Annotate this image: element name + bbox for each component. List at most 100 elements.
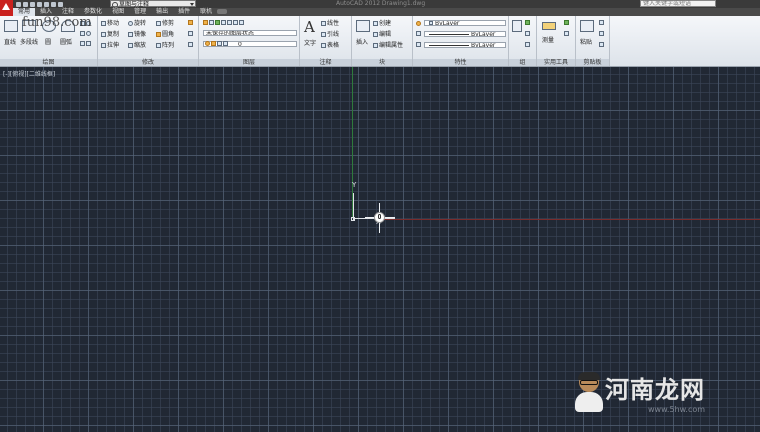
app-logo[interactable] (0, 0, 13, 16)
tab-output[interactable]: 输出 (151, 8, 173, 16)
fillet-icon (156, 32, 161, 37)
group-select-icon[interactable] (525, 42, 530, 47)
calculator-icon[interactable] (564, 31, 569, 36)
fillet-button[interactable]: 圆角 (162, 31, 174, 38)
scale-button[interactable]: 缩放 (134, 42, 146, 49)
print-icon[interactable] (44, 1, 49, 7)
leader-button[interactable]: 引线 (327, 31, 339, 38)
text-button[interactable]: 文字 (304, 38, 316, 47)
layer-freeze-icon[interactable] (221, 20, 226, 25)
panel-block: 插入 创建 编辑 编辑属性 块 (352, 16, 413, 66)
linetype-select[interactable]: ByLayer (424, 31, 506, 37)
arc-button[interactable]: 圆弧 (60, 37, 72, 46)
circle-button[interactable]: 圆 (45, 37, 51, 46)
array-button[interactable]: 阵列 (162, 42, 174, 49)
panel-properties: ByLayer ByLayer ByLayer 特性 (413, 16, 509, 66)
watermark-url: www.5hw.com (648, 405, 706, 414)
layer-properties-icon[interactable] (203, 20, 208, 25)
save-icon[interactable] (30, 1, 35, 7)
edit-attributes-icon (373, 43, 378, 48)
text-icon[interactable]: A (304, 18, 315, 36)
group-edit-icon[interactable] (525, 31, 530, 36)
tab-manage[interactable]: 管理 (129, 8, 151, 16)
insert-block-button[interactable]: 插入 (356, 37, 368, 46)
move-button[interactable]: 移动 (107, 20, 119, 27)
edit-attributes-button[interactable]: 编辑属性 (379, 42, 403, 49)
search-input[interactable]: 键入关键字或短语 (640, 0, 716, 7)
line-button[interactable]: 直线 (4, 37, 16, 46)
panel-title-properties[interactable]: 特性 (413, 59, 508, 66)
line-icon[interactable] (4, 20, 18, 32)
color-select[interactable]: ByLayer (424, 20, 506, 26)
panel-title-block[interactable]: 块 (352, 59, 412, 66)
color-swatch-icon (429, 21, 433, 25)
lineweight-icon (416, 42, 421, 47)
layer-on-icon[interactable] (215, 20, 220, 25)
copy-clip-icon[interactable] (599, 31, 604, 36)
layer-state-select[interactable]: 未保存的图层状态 (203, 30, 297, 36)
crosshair-cursor (365, 203, 395, 233)
mirror-button[interactable]: 镜像 (134, 31, 146, 38)
paste-button[interactable]: 粘贴 (580, 37, 592, 46)
layer-match-icon[interactable] (233, 20, 238, 25)
workspace-selector[interactable]: 草图与注释 (110, 0, 196, 8)
save-as-icon[interactable] (37, 1, 42, 7)
new-icon[interactable] (16, 1, 21, 7)
scale-icon (128, 43, 133, 48)
layer-isolate-icon[interactable] (239, 20, 244, 25)
insert-block-icon[interactable] (356, 20, 370, 32)
table-icon (321, 43, 326, 48)
table-button[interactable]: 表格 (327, 42, 339, 49)
layer-lock-icon[interactable] (227, 20, 232, 25)
boundary-icon[interactable] (80, 41, 85, 46)
dimension-button[interactable]: 线性 (327, 20, 339, 27)
measure-button[interactable]: 测量 (542, 35, 554, 44)
region-icon[interactable] (86, 31, 91, 36)
panel-title-annotation[interactable]: 注释 (300, 59, 351, 66)
tab-view[interactable]: 视图 (107, 8, 129, 16)
create-block-button[interactable]: 创建 (379, 20, 391, 27)
hatch-icon[interactable] (80, 31, 85, 36)
ucs-origin (351, 217, 355, 221)
panel-title-utilities[interactable]: 实用工具 (537, 59, 575, 66)
panel-title-groups[interactable]: 组 (509, 59, 536, 66)
edit-block-icon (373, 32, 378, 37)
viewport-controls[interactable]: [-][俯视][二维线框] (3, 69, 55, 78)
measure-icon[interactable] (542, 22, 556, 30)
offset-icon[interactable] (188, 42, 193, 47)
copy-button[interactable]: 复制 (107, 31, 119, 38)
watermark-brand: 河南龙网 (605, 376, 705, 404)
ribbon-toggle-button[interactable] (217, 9, 228, 14)
quick-select-icon[interactable] (564, 20, 569, 25)
stretch-button[interactable]: 拉伸 (107, 42, 119, 49)
ucs-y-label: Y (352, 181, 357, 189)
polyline-button[interactable]: 多段线 (20, 37, 38, 46)
tab-online[interactable]: 联机 (195, 8, 217, 16)
open-icon[interactable] (23, 1, 28, 7)
ungroup-icon[interactable] (525, 20, 530, 25)
linetype-icon (416, 31, 421, 36)
paste-icon[interactable] (580, 20, 594, 32)
group-icon[interactable] (512, 20, 522, 32)
cut-icon[interactable] (599, 20, 604, 25)
panel-title-layers[interactable]: 图层 (199, 59, 299, 66)
workspace-label: 草图与注释 (119, 1, 150, 8)
explode-icon[interactable] (188, 31, 193, 36)
layer-state-icon[interactable] (209, 20, 214, 25)
rotate-button[interactable]: 旋转 (134, 20, 146, 27)
panel-title-draw[interactable]: 绘图 (0, 59, 97, 66)
quick-access-toolbar (16, 0, 63, 8)
lineweight-select[interactable]: ByLayer (424, 42, 506, 48)
match-properties-icon[interactable] (416, 21, 421, 26)
undo-icon[interactable] (51, 1, 56, 7)
panel-title-clipboard[interactable]: 剪贴板 (576, 59, 609, 66)
gradient-icon[interactable] (86, 41, 91, 46)
trim-button[interactable]: 修剪 (162, 20, 174, 27)
erase-icon[interactable] (188, 20, 193, 25)
linetype-preview (429, 34, 469, 35)
tab-plugins[interactable]: 插件 (173, 8, 195, 16)
copy-with-base-icon[interactable] (599, 42, 604, 47)
edit-block-button[interactable]: 编辑 (379, 31, 391, 38)
panel-title-modify[interactable]: 修改 (98, 59, 198, 66)
redo-icon[interactable] (58, 1, 63, 7)
